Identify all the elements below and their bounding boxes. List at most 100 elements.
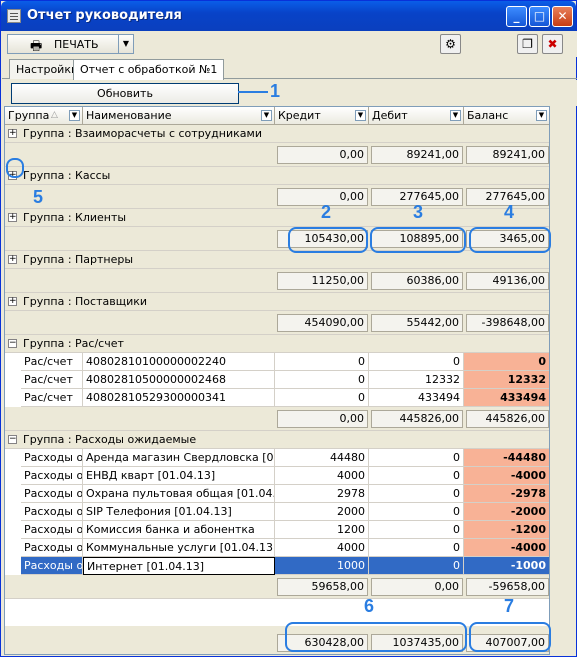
print-button[interactable]: 🖶 ПЕЧАТЬ: [7, 34, 120, 54]
cell-credit[interactable]: 0: [275, 371, 369, 389]
cell-name[interactable]: SIP Телефония [01.04.13]: [83, 503, 275, 521]
group-summary-row: 454090,00 55442,00 -398648,00: [5, 311, 549, 335]
filter-dropdown-icon[interactable]: ▼: [450, 110, 461, 121]
table-row[interactable]: Рас/счет 40802810500000002468 0 12332 12332: [5, 371, 549, 389]
cell-balance[interactable]: -2000: [464, 503, 549, 521]
cell-name[interactable]: 40802810100000002240: [83, 353, 275, 371]
tab-report[interactable]: Отчет с обработкой №1: [73, 59, 225, 80]
column-header-group[interactable]: Группа △ ▼: [5, 107, 83, 125]
table-row[interactable]: Расходы ожАренда магазин Свердловска [01…: [5, 449, 549, 467]
cell-debit[interactable]: 0: [369, 449, 464, 467]
toolbar: 🖶 ПЕЧАТЬ ▼ ⚙ ❐ ✖: [2, 31, 577, 57]
cell-balance[interactable]: 433494: [464, 389, 549, 407]
table-row[interactable]: Расходы ожЕНВД кварт [01.04.13]40000-400…: [5, 467, 549, 485]
cell-name[interactable]: Интернет [01.04.13]: [83, 557, 275, 575]
table-row[interactable]: Расходы ожОхрана пультовая общая [01.04.…: [5, 485, 549, 503]
filter-dropdown-icon[interactable]: ▼: [536, 110, 547, 121]
table-row[interactable]: Расходы ожКоммунальные услуги [01.04.13]…: [5, 539, 549, 557]
close-icon[interactable]: ✕: [552, 6, 573, 27]
close-report-icon[interactable]: ✖: [542, 34, 563, 54]
cell-debit[interactable]: 0: [369, 539, 464, 557]
cell-name[interactable]: Аренда магазин Свердловска [01.04.13]: [83, 449, 275, 467]
cell-credit[interactable]: 4000: [275, 539, 369, 557]
expand-icon[interactable]: +: [8, 129, 17, 138]
filter-dropdown-icon[interactable]: ▼: [69, 110, 80, 121]
cell-balance[interactable]: 12332: [464, 371, 549, 389]
group-row[interactable]: + Группа : Поставщики: [5, 293, 549, 311]
column-header-name[interactable]: Наименование ▼: [83, 107, 275, 125]
group-row[interactable]: + Группа : Взаиморасчеты с сотрудниками: [5, 125, 549, 143]
cell-debit[interactable]: 0: [369, 467, 464, 485]
cell-name[interactable]: 40802810529300000341: [83, 389, 275, 407]
group-row[interactable]: + Группа : Кассы: [5, 167, 549, 185]
group-row[interactable]: + Группа : Клиенты: [5, 209, 549, 227]
collapse-icon[interactable]: −: [8, 339, 17, 348]
group-row[interactable]: + Группа : Партнеры: [5, 251, 549, 269]
cell-credit[interactable]: 0: [275, 353, 369, 371]
expand-icon[interactable]: +: [8, 213, 17, 222]
annotation-box-4: [469, 227, 551, 253]
cell-group[interactable]: Расходы ож: [21, 503, 83, 521]
cell-name[interactable]: 40802810500000002468: [83, 371, 275, 389]
cell-group[interactable]: Расходы ож: [21, 557, 83, 575]
cell-credit[interactable]: 2000: [275, 503, 369, 521]
title-bar[interactable]: Отчет руководителя _ □ ✕: [1, 1, 576, 31]
cell-debit[interactable]: 433494: [369, 389, 464, 407]
table-row[interactable]: Расходы ожИнтернет [01.04.13]10000-1000: [5, 557, 549, 575]
cell-group[interactable]: Расходы ож: [21, 521, 83, 539]
cell-group[interactable]: Расходы ож: [21, 467, 83, 485]
filter-dropdown-icon[interactable]: ▼: [261, 110, 272, 121]
cell-credit[interactable]: 1000: [275, 557, 369, 575]
cell-name[interactable]: ЕНВД кварт [01.04.13]: [83, 467, 275, 485]
cell-group[interactable]: Рас/счет: [21, 389, 83, 407]
sum-credit: 454090,00: [277, 314, 368, 332]
cell-group[interactable]: Расходы ож: [21, 485, 83, 503]
cell-debit[interactable]: 0: [369, 485, 464, 503]
cell-balance[interactable]: -4000: [464, 539, 549, 557]
windows-icon[interactable]: ❐: [517, 34, 538, 54]
maximize-icon[interactable]: □: [529, 6, 550, 27]
cell-debit[interactable]: 0: [369, 521, 464, 539]
cell-name[interactable]: Комиссия банка и абонентка: [83, 521, 275, 539]
settings-icon[interactable]: ⚙: [440, 34, 461, 54]
table-row[interactable]: Рас/счет 40802810100000002240 0 0 0: [5, 353, 549, 371]
group-row[interactable]: − Группа : Рас/счет: [5, 335, 549, 353]
table-row[interactable]: Рас/счет 40802810529300000341 0 433494 43349…: [5, 389, 549, 407]
sum-debit: 445826,00: [371, 410, 463, 428]
collapse-icon[interactable]: −: [8, 435, 17, 444]
cell-credit[interactable]: 1200: [275, 521, 369, 539]
table-row[interactable]: Расходы ожКомиссия банка и абонентка1200…: [5, 521, 549, 539]
cell-debit[interactable]: 0: [369, 353, 464, 371]
cell-debit[interactable]: 0: [369, 557, 464, 575]
filter-dropdown-icon[interactable]: ▼: [355, 110, 366, 121]
group-summary-row: 59658,00 0,00 -59658,00: [5, 575, 549, 599]
column-header-balance[interactable]: Баланс ▼: [464, 107, 549, 125]
cell-name[interactable]: Охрана пультовая общая [01.04.13]: [83, 485, 275, 503]
cell-group[interactable]: Расходы ож: [21, 449, 83, 467]
cell-credit[interactable]: 0: [275, 389, 369, 407]
table-row[interactable]: Расходы ожSIP Телефония [01.04.13]20000-…: [5, 503, 549, 521]
update-button[interactable]: Обновить: [11, 83, 239, 104]
cell-debit[interactable]: 0: [369, 503, 464, 521]
cell-group[interactable]: Рас/счет: [21, 371, 83, 389]
cell-balance[interactable]: -1200: [464, 521, 549, 539]
cell-balance[interactable]: -44480: [464, 449, 549, 467]
cell-credit[interactable]: 2978: [275, 485, 369, 503]
column-header-credit[interactable]: Кредит ▼: [275, 107, 369, 125]
cell-balance[interactable]: -4000: [464, 467, 549, 485]
cell-credit[interactable]: 4000: [275, 467, 369, 485]
cell-balance[interactable]: 0: [464, 353, 549, 371]
expand-icon[interactable]: +: [8, 255, 17, 264]
group-row[interactable]: − Группа : Расходы ожидаемые: [5, 431, 549, 449]
cell-balance[interactable]: -2978: [464, 485, 549, 503]
cell-balance[interactable]: -1000: [464, 557, 549, 575]
cell-name[interactable]: Коммунальные услуги [01.04.13]: [83, 539, 275, 557]
cell-debit[interactable]: 12332: [369, 371, 464, 389]
minimize-icon[interactable]: _: [506, 6, 527, 27]
cell-group[interactable]: Расходы ож: [21, 539, 83, 557]
column-header-debit[interactable]: Дебит ▼: [369, 107, 464, 125]
print-dropdown-button[interactable]: ▼: [118, 34, 134, 54]
cell-group[interactable]: Рас/счет: [21, 353, 83, 371]
expand-icon[interactable]: +: [8, 297, 17, 306]
cell-credit[interactable]: 44480: [275, 449, 369, 467]
